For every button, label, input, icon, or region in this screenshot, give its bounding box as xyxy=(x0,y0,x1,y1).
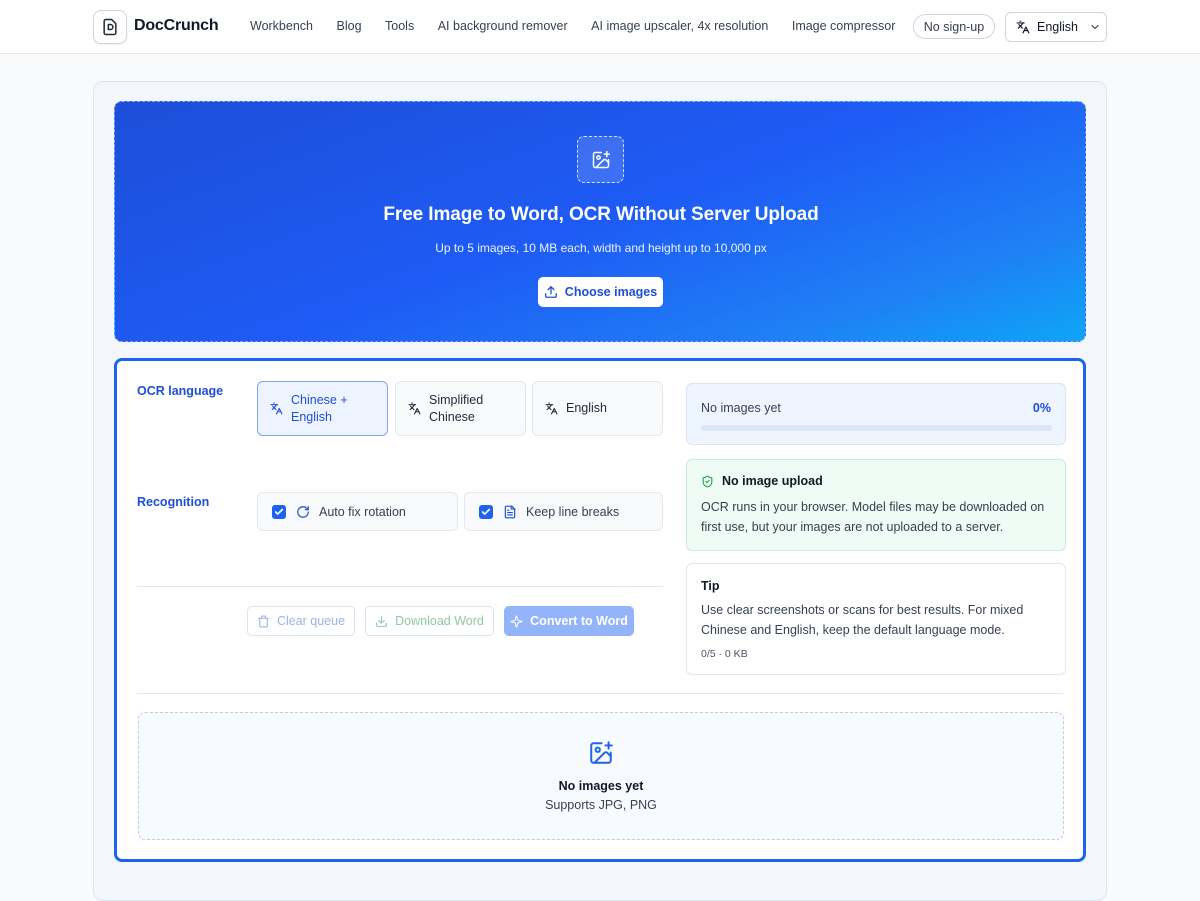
tip-body: Use clear screenshots or scans for best … xyxy=(701,603,1024,637)
settings-divider xyxy=(137,586,663,587)
nav-ai-background-remover[interactable]: AI background remover xyxy=(438,19,568,33)
auto-fix-rotation-option[interactable]: Auto fix rotation xyxy=(257,492,458,531)
lang-option-simplified-chinese[interactable]: Simplified Chinese xyxy=(395,381,526,436)
logo-icon[interactable] xyxy=(93,10,127,44)
download-word-button[interactable]: Download Word xyxy=(365,606,494,636)
rotate-icon xyxy=(296,505,310,519)
language-selector[interactable]: English xyxy=(1005,12,1107,42)
ocr-language-label: OCR language xyxy=(137,384,224,398)
nav-blog[interactable]: Blog xyxy=(337,19,362,33)
brand-name[interactable]: DocCrunch xyxy=(134,17,219,35)
tip-title: Tip xyxy=(701,579,720,593)
hero-title: Free Image to Word, OCR Without Server U… xyxy=(383,204,819,225)
top-header: DocCrunch Workbench Blog Tools AI backgr… xyxy=(0,0,1200,54)
hero-subtitle: Up to 5 images, 10 MB each, width and he… xyxy=(435,241,767,255)
upload-dropzone[interactable]: Free Image to Word, OCR Without Server U… xyxy=(114,101,1086,342)
shield-check-icon xyxy=(701,475,714,488)
clear-queue-button[interactable]: Clear queue xyxy=(247,606,355,636)
image-plus-icon xyxy=(577,136,624,183)
choose-images-button[interactable]: Choose images xyxy=(538,277,663,307)
queue-stats: 0/5 · 0 KB xyxy=(701,648,748,660)
download-word-label: Download Word xyxy=(395,614,484,628)
progress-percent: 0% xyxy=(1032,401,1051,415)
progress-card: No images yet 0% xyxy=(686,383,1066,445)
lang-option-label: Chinese + English xyxy=(291,392,348,424)
empty-state-subtitle: Supports JPG, PNG xyxy=(545,798,657,812)
privacy-body: OCR runs in your browser. Model files ma… xyxy=(701,500,1045,534)
trash-icon xyxy=(257,615,270,628)
chevron-down-icon xyxy=(1089,21,1101,33)
translate-icon xyxy=(1016,20,1030,34)
privacy-title: No image upload xyxy=(722,474,823,488)
convert-to-word-label: Convert to Word xyxy=(530,614,628,628)
lang-option-label: English xyxy=(566,401,607,415)
auto-fix-rotation-label: Auto fix rotation xyxy=(319,504,406,519)
keep-line-breaks-label: Keep line breaks xyxy=(526,504,620,519)
nav-image-compressor[interactable]: Image compressor xyxy=(792,19,896,33)
auto-fix-rotation-checkbox[interactable] xyxy=(272,504,286,519)
nav-workbench[interactable]: Workbench xyxy=(250,19,313,33)
language-label: English xyxy=(1037,20,1078,34)
empty-state-title: No images yet xyxy=(558,779,644,793)
download-icon xyxy=(375,615,388,628)
document-icon xyxy=(503,505,517,519)
translate-icon xyxy=(270,402,283,415)
ocr-panel: OCR language Chinese + English Simplifie… xyxy=(114,358,1086,862)
section-divider xyxy=(137,693,1063,694)
lang-option-label: Simplified Chinese xyxy=(429,392,484,424)
tip-card: Tip Use clear screenshots or scans for b… xyxy=(686,563,1066,675)
sparkles-icon xyxy=(510,614,523,628)
clear-queue-label: Clear queue xyxy=(276,614,346,628)
nav-ai-image-upscaler[interactable]: AI image upscaler, 4x resolution xyxy=(591,19,768,33)
translate-icon xyxy=(545,402,558,415)
choose-images-label: Choose images xyxy=(564,285,658,299)
image-plus-icon xyxy=(588,740,614,769)
lang-option-chinese-english[interactable]: Chinese + English xyxy=(257,381,388,436)
upload-icon xyxy=(544,285,558,299)
keep-line-breaks-checkbox[interactable] xyxy=(479,504,493,519)
translate-icon xyxy=(408,402,421,415)
progress-bar xyxy=(701,425,1052,431)
lang-option-english[interactable]: English xyxy=(532,381,663,436)
main-nav: Workbench Blog Tools AI background remov… xyxy=(250,19,919,33)
nav-tools[interactable]: Tools xyxy=(385,19,414,33)
keep-line-breaks-option[interactable]: Keep line breaks xyxy=(464,492,663,531)
progress-status: No images yet xyxy=(701,401,781,415)
image-list-empty-state[interactable]: No images yet Supports JPG, PNG xyxy=(138,712,1064,840)
convert-to-word-button[interactable]: Convert to Word xyxy=(504,606,634,636)
privacy-card: No image upload OCR runs in your browser… xyxy=(686,459,1066,551)
recognition-label: Recognition xyxy=(137,495,210,509)
no-signup-badge: No sign-up xyxy=(913,14,995,39)
